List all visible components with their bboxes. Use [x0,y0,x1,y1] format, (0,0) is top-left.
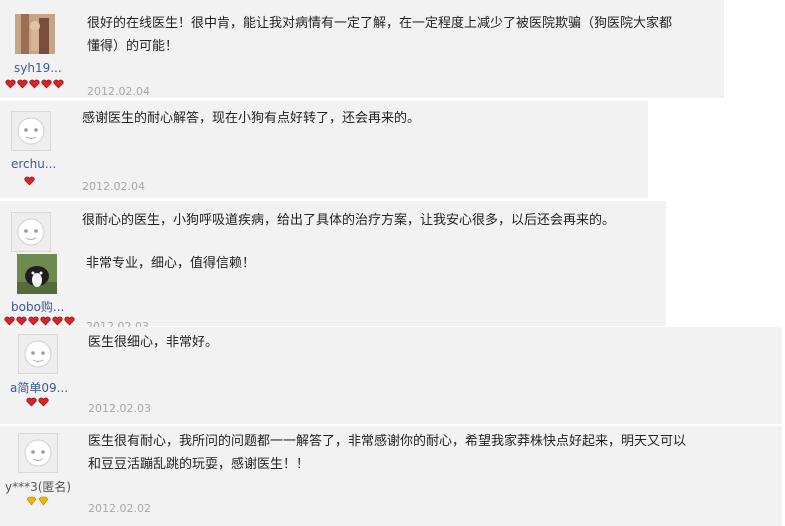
default-avatar-icon[interactable] [11,111,51,151]
heart-icon [40,316,51,326]
diamond-icon [26,496,37,506]
heart-icon [5,79,16,89]
default-avatar-icon[interactable] [18,334,58,374]
review-date: 2012.02.04 [87,85,150,98]
default-avatar-icon[interactable] [11,212,51,252]
rating-badges [26,496,50,508]
rating-badges [5,79,65,91]
review-text: 医生很细心，非常好。 [88,335,219,350]
review-date: 2012.02.04 [82,180,145,193]
username[interactable]: a简单09... [10,379,68,396]
avatar[interactable] [15,14,55,54]
diamond-icon [38,496,49,506]
review-text: 很耐心的医生，小狗呼吸道疾病，给出了具体的治疗方案，让我安心很多，以后还会再来的… [82,213,616,228]
dog-icon [17,254,57,294]
review-text: 很好的在线医生！很中肯，能让我对病情有一定了解，在一定程度上减少了被医院欺骗（狗… [87,16,673,54]
username[interactable]: erchu... [11,157,56,171]
heart-icon [64,316,75,326]
review-text-followup: 非常专业，细心，值得信赖！ [86,256,256,271]
dog-photo[interactable] [17,254,57,294]
heart-icon [41,79,52,89]
heart-icon [16,316,27,326]
heart-icon [4,316,15,326]
heart-icon [26,397,37,407]
default-avatar-icon[interactable] [18,433,58,473]
person-photo-icon [15,14,55,54]
heart-icon [38,397,49,407]
heart-icon [24,176,35,186]
review-text: 感谢医生的耐心解答，现在小狗有点好转了，还会再来的。 [82,111,421,126]
review-text: 医生很有耐心，我所问的问题都一一解答了，非常感谢你的耐心，希望我家莽株快点好起来… [88,434,687,472]
username: y***3(匿名) [5,480,72,494]
rating-badges [24,176,36,188]
username[interactable]: syh19... [14,61,62,75]
heart-icon [53,79,64,89]
username[interactable]: bobo购... [11,298,64,315]
heart-icon [29,79,40,89]
heart-icon [17,79,28,89]
rating-badges [26,397,50,409]
heart-icon [52,316,63,326]
review-date: 2012.02.02 [88,502,151,515]
heart-icon [28,316,39,326]
review-date: 2012.02.03 [88,402,151,415]
